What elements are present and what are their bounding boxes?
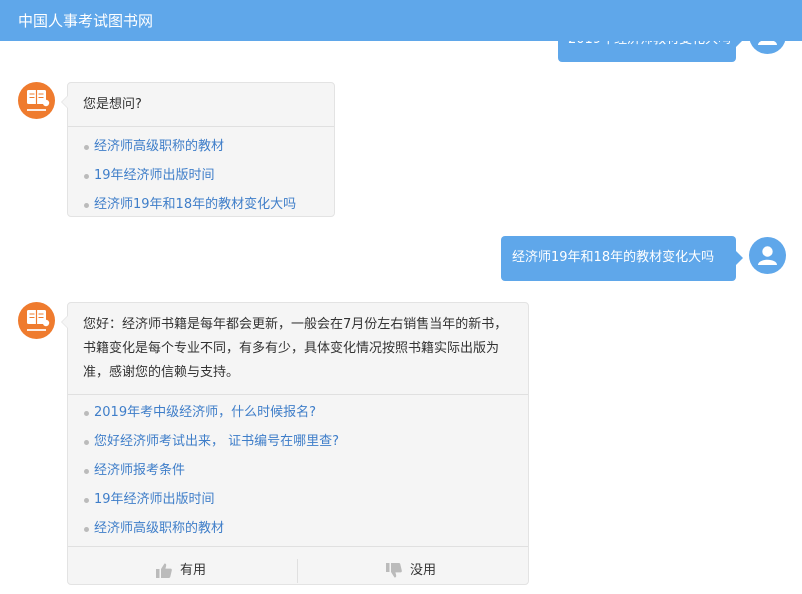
suggestion-item: 经济师19年和18年的教材变化大吗 [68, 190, 334, 219]
bullet-icon [84, 203, 89, 208]
book-robot-icon [18, 82, 55, 119]
bot-question-text: 您是想问? [68, 83, 334, 126]
bot-avatar [18, 82, 55, 119]
suggestion-link[interactable]: 经济师高级职称的教材 [94, 521, 224, 536]
feedback-divider [297, 559, 298, 583]
book-robot-icon [18, 302, 55, 339]
suggestion-item: 经济师报考条件 [68, 456, 528, 485]
user-message-text: 经济师19年和18年的教材变化大吗 [512, 248, 714, 268]
bot-answer-text: 您好：经济师书籍是每年都会更新，一般会在7月份左右销售当年的新书，书籍变化是每个… [68, 303, 528, 394]
bubble-arrow [736, 251, 743, 265]
suggestion-link[interactable]: 经济师报考条件 [94, 463, 185, 478]
bullet-icon [84, 145, 89, 150]
bullet-icon [84, 440, 89, 445]
thumbs-up-icon [156, 563, 172, 578]
suggestion-list: 2019年考中级经济师，什么时候报名? 您好经济师考试出来， 证书编号在哪里查?… [68, 395, 528, 546]
useless-label: 没用 [410, 547, 436, 594]
suggestion-link[interactable]: 经济师19年和18年的教材变化大吗 [94, 197, 296, 212]
suggestion-item: 经济师高级职称的教材 [68, 132, 334, 161]
bot-reply-card-answer: 您好：经济师书籍是每年都会更新，一般会在7月份左右销售当年的新书，书籍变化是每个… [67, 302, 529, 585]
suggestion-link[interactable]: 19年经济师出版时间 [94, 168, 215, 183]
feedback-bar: 有用 没用 [68, 546, 528, 594]
suggestion-link[interactable]: 19年经济师出版时间 [94, 492, 215, 507]
suggestion-item: 2019年考中级经济师，什么时候报名? [68, 398, 528, 427]
suggestion-item: 19年经济师出版时间 [68, 485, 528, 514]
bullet-icon [84, 174, 89, 179]
bullet-icon [84, 411, 89, 416]
thumbs-down-icon [386, 563, 402, 578]
user-message-bubble: 经济师19年和18年的教材变化大吗 [501, 236, 736, 281]
bullet-icon [84, 469, 89, 474]
useless-button[interactable]: 没用 [386, 547, 456, 594]
bot-avatar [18, 302, 55, 339]
useful-label: 有用 [180, 547, 206, 594]
suggestion-item: 您好经济师考试出来， 证书编号在哪里查? [68, 427, 528, 456]
person-icon [749, 237, 786, 274]
useful-button[interactable]: 有用 [156, 547, 226, 594]
bullet-icon [84, 498, 89, 503]
suggestion-link[interactable]: 经济师高级职称的教材 [94, 139, 224, 154]
suggestion-item: 19年经济师出版时间 [68, 161, 334, 190]
header-bar: 中国人事考试图书网 [0, 0, 802, 41]
suggestion-link[interactable]: 您好经济师考试出来， 证书编号在哪里查? [94, 434, 339, 449]
suggestion-link[interactable]: 2019年考中级经济师，什么时候报名? [94, 405, 316, 420]
suggestion-item: 经济师高级职称的教材 [68, 514, 528, 543]
suggestion-list: 经济师高级职称的教材 19年经济师出版时间 经济师19年和18年的教材变化大吗 [68, 127, 334, 223]
bullet-icon [84, 527, 89, 532]
bot-reply-card-suggestions: 您是想问? 经济师高级职称的教材 19年经济师出版时间 经济师19年和18年的教… [67, 82, 335, 217]
site-title: 中国人事考试图书网 [18, 10, 153, 31]
user-avatar [749, 237, 786, 274]
